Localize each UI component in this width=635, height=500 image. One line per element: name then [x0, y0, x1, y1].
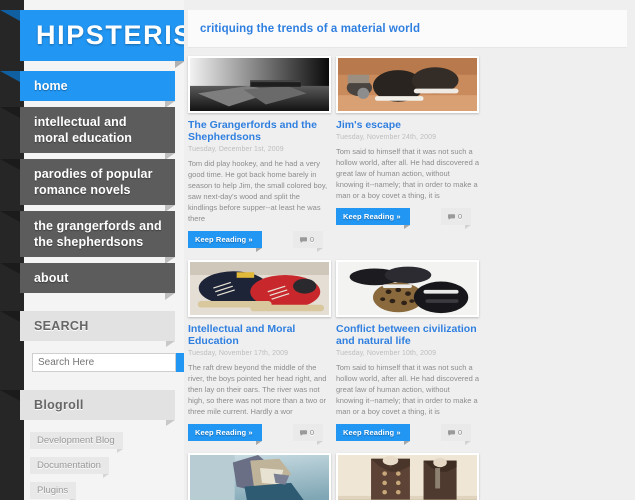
post-grid: The Grangerfords and the Shepherdsons Tu… — [188, 56, 488, 500]
post-excerpt: The raft drew beyond the middle of the r… — [188, 363, 327, 416]
post-title-link[interactable]: Conflict between civilization and natura… — [336, 323, 479, 347]
keep-reading-button[interactable]: Keep Reading » — [188, 231, 262, 252]
nav-item-label: about — [34, 271, 69, 285]
post-thumbnail-scarf-against-sky[interactable] — [188, 453, 331, 500]
site-tagline: critiquing the trends of a material worl… — [200, 22, 421, 35]
post-card: Conflict between civilization and natura… — [336, 260, 479, 445]
comment-count: 0 — [457, 428, 462, 437]
post-card: Superstition Tuesday, November 3rd, 2009… — [188, 453, 331, 500]
post-excerpt: Tom said to himself that it was not such… — [336, 147, 479, 200]
post-card: Intellectual and Moral Education Tuesday… — [188, 260, 331, 445]
post-title-link[interactable]: The Grangerfords and the Shepherdsons — [188, 119, 331, 143]
main-content: critiquing the trends of a material worl… — [184, 0, 635, 500]
nav-item-label: intellectual and moral education — [34, 115, 133, 145]
list-item: Development Blog — [30, 430, 184, 455]
nav-item-label: parodies of popular romance novels — [34, 167, 153, 197]
nav-item-the-grangerfords-and-the-shepherdsons[interactable]: the grangerfords and the shepherdsons — [0, 211, 175, 264]
comment-bubble-icon — [447, 213, 455, 220]
comment-count-badge[interactable]: 0 — [440, 424, 472, 445]
post-date: Tuesday, November 10th, 2009 — [336, 350, 437, 357]
primary-navigation: home intellectual and moral education pa… — [0, 71, 184, 300]
post-date: Tuesday, November 24th, 2009 — [336, 134, 437, 141]
post-card: Superstitions and Folk Beliefs Tuesday, … — [336, 453, 479, 500]
nav-item-parodies-of-popular-romance-novels[interactable]: parodies of popular romance novels — [0, 159, 175, 212]
post-thumbnail-two-brown-coats[interactable] — [336, 453, 479, 500]
comment-count: 0 — [309, 235, 314, 244]
nav-item-home[interactable]: home — [0, 71, 175, 108]
post-thumbnail-navy-and-red-sneakers[interactable] — [188, 260, 331, 317]
thumbnail-image — [190, 58, 329, 111]
blogroll-widget-title: Blogroll — [0, 390, 175, 426]
nav-item-label: home — [34, 79, 68, 93]
post-thumbnail-black-sneakers[interactable] — [336, 56, 479, 113]
post-footer: Keep Reading » 0 — [188, 231, 324, 252]
keep-reading-button[interactable]: Keep Reading » — [188, 424, 262, 445]
thumbnail-image — [338, 58, 477, 111]
comment-count: 0 — [457, 212, 462, 221]
post-excerpt: Tom did play hookey, and he had a very g… — [188, 159, 328, 223]
list-item: Plugins — [30, 480, 184, 500]
search-input[interactable] — [32, 353, 176, 372]
comment-bubble-icon — [447, 429, 455, 436]
post-title-link[interactable]: Jim's escape — [336, 119, 479, 131]
keep-reading-button[interactable]: Keep Reading » — [336, 424, 410, 445]
blogroll-link-development-blog[interactable]: Development Blog — [30, 432, 123, 453]
thumbnail-image — [338, 262, 477, 315]
sidebar: HIPSTERIST home intellectual and moral e… — [0, 0, 235, 500]
blogroll-link-plugins[interactable]: Plugins — [30, 482, 77, 500]
post-card: The Grangerfords and the Shepherdsons Tu… — [188, 56, 331, 252]
post-footer: Keep Reading » 0 — [188, 424, 324, 445]
post-thumbnail-leopard-print-shoes[interactable] — [336, 260, 479, 317]
thumbnail-image — [190, 455, 329, 500]
post-thumbnail-black-and-white-bag[interactable] — [188, 56, 331, 113]
post-date: Tuesday, November 17th, 2009 — [188, 350, 289, 357]
blogroll-link-documentation[interactable]: Documentation — [30, 457, 109, 478]
thumbnail-image — [190, 262, 329, 315]
search-widget-title-label: SEARCH — [34, 319, 89, 333]
comment-count-badge[interactable]: 0 — [292, 231, 324, 252]
nav-item-about[interactable]: about — [0, 263, 175, 300]
comment-bubble-icon — [299, 236, 307, 243]
site-logo[interactable]: HIPSTERIST — [0, 10, 209, 68]
blogroll-widget-title-label: Blogroll — [34, 398, 84, 412]
post-excerpt: Tom said to himself that it was not such… — [336, 363, 479, 416]
comment-count-badge[interactable]: 0 — [292, 424, 324, 445]
comment-count: 0 — [309, 428, 314, 437]
list-item: Documentation — [30, 455, 184, 480]
page-root: HIPSTERIST home intellectual and moral e… — [0, 0, 635, 500]
search-widget-title: SEARCH — [0, 311, 175, 347]
blogroll-list: Development Blog Documentation Plugins S… — [30, 430, 184, 500]
nav-item-intellectual-and-moral-education[interactable]: intellectual and moral education — [0, 107, 175, 160]
thumbnail-image — [338, 455, 477, 500]
post-date: Tuesday, December 1st, 2009 — [188, 146, 284, 153]
tagline-bar: critiquing the trends of a material worl… — [188, 10, 627, 48]
post-title-link[interactable]: Intellectual and Moral Education — [188, 323, 331, 347]
post-card: Jim's escape Tuesday, November 24th, 200… — [336, 56, 479, 248]
post-footer: Keep Reading » 0 — [336, 208, 472, 229]
keep-reading-button[interactable]: Keep Reading » — [336, 208, 410, 229]
comment-count-badge[interactable]: 0 — [440, 208, 472, 229]
comment-bubble-icon — [299, 429, 307, 436]
search-form: SEARCH — [32, 353, 235, 377]
nav-item-label: the grangerfords and the shepherdsons — [34, 219, 162, 249]
post-footer: Keep Reading » 0 — [336, 424, 472, 445]
